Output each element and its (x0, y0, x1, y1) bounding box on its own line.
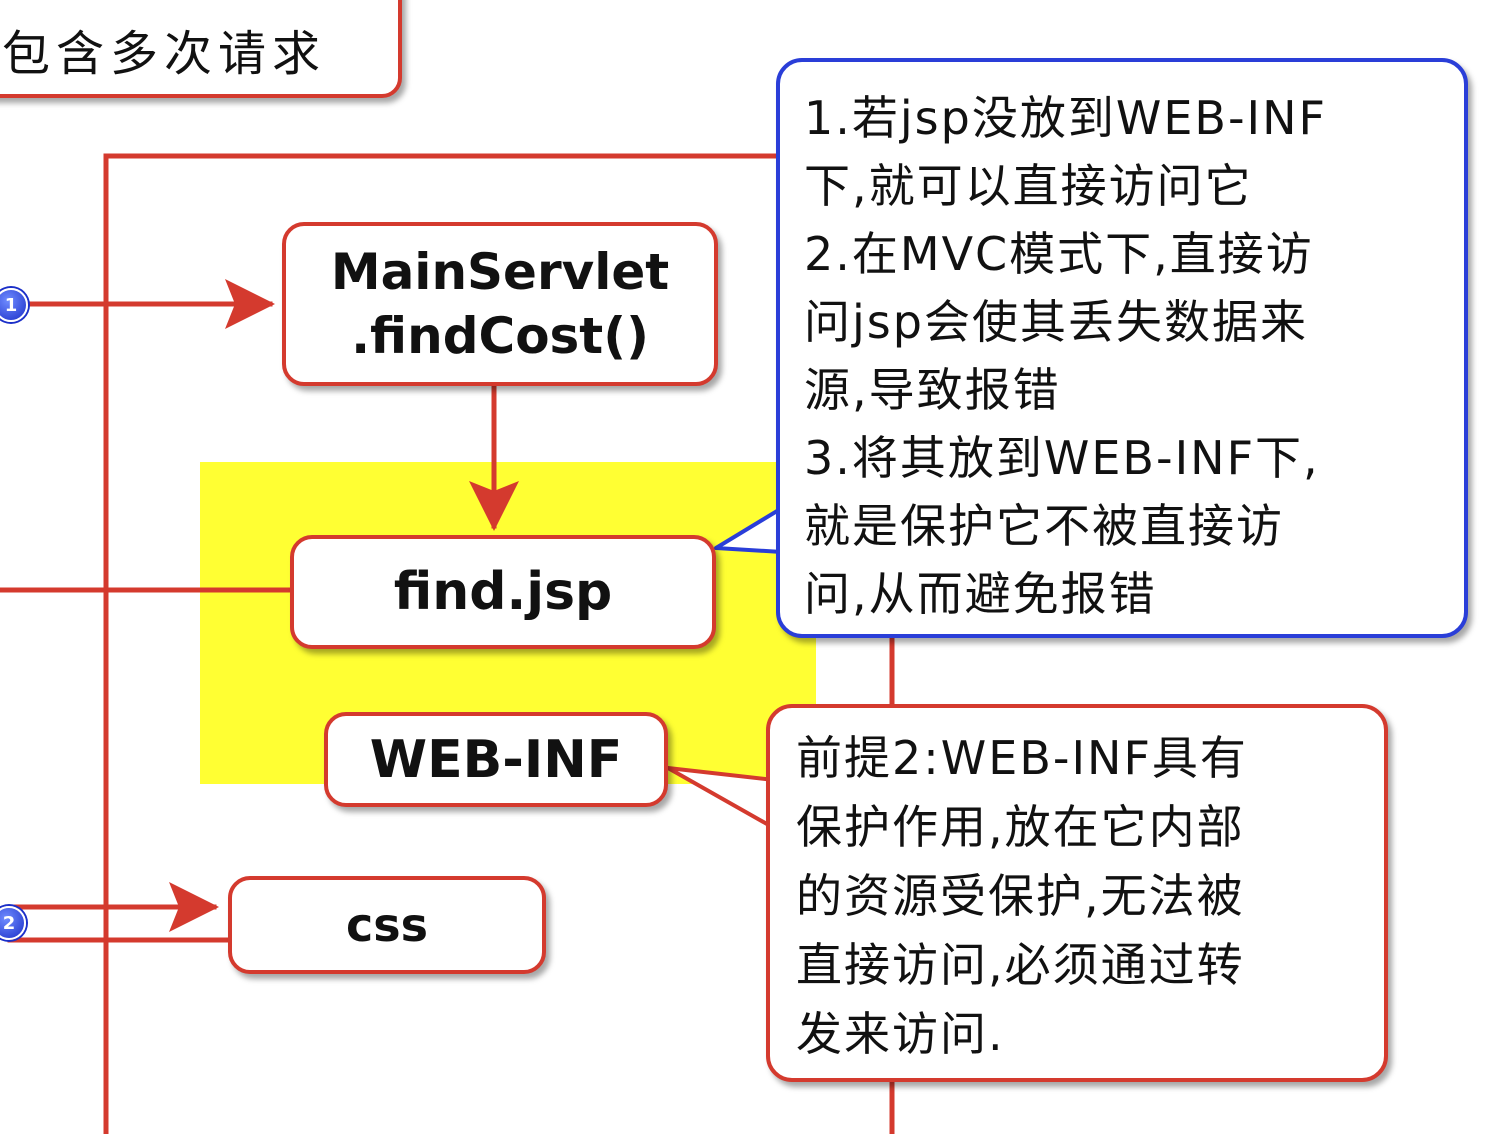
main-servlet-method-label: .findCost() (351, 307, 649, 365)
main-servlet-node: MainServlet .findCost() (282, 222, 718, 386)
web-inf-node: WEB-INF (324, 712, 668, 807)
css-node: css (228, 876, 546, 974)
jsp-access-callout-text: 1.若jsp没放到WEB-INF 下,就可以直接访问它 2.在MVC模式下,直接… (804, 91, 1327, 621)
main-servlet-class-label: MainServlet (330, 243, 670, 301)
web-inf-premise-callout-text: 前提2:WEB-INF具有 保护作用,放在它内部 的资源受保护,无法被 直接访问… (796, 731, 1248, 1061)
multiple-requests-note: 包含多次请求 (0, 0, 402, 98)
jsp-access-callout: 1.若jsp没放到WEB-INF 下,就可以直接访问它 2.在MVC模式下,直接… (776, 58, 1468, 638)
web-inf-label: WEB-INF (369, 729, 623, 790)
web-inf-premise-callout: 前提2:WEB-INF具有 保护作用,放在它内部 的资源受保护,无法被 直接访问… (766, 704, 1388, 1082)
red-callout-pointer (666, 766, 776, 830)
request-2-badge-label: 2 (2, 912, 16, 934)
multiple-requests-text: 包含多次请求 (2, 26, 327, 82)
find-jsp-node: find.jsp (290, 535, 716, 649)
find-jsp-label: find.jsp (393, 562, 613, 622)
request-1-badge-label: 1 (4, 294, 18, 316)
css-label: css (345, 898, 429, 952)
blue-callout-pointer (714, 506, 784, 554)
